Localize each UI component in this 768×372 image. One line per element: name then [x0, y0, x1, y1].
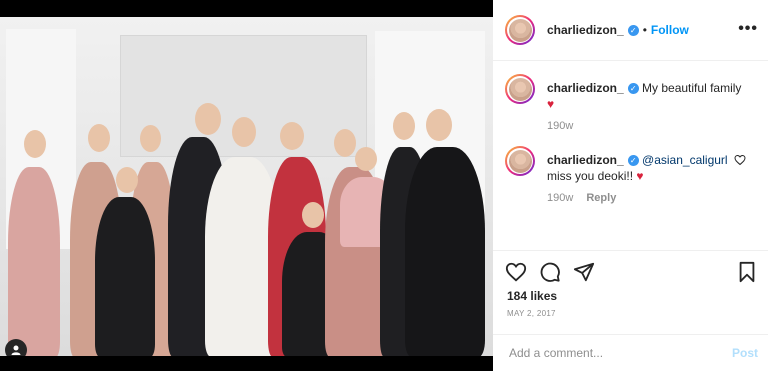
- verified-badge-icon: ✓: [627, 83, 639, 95]
- verified-badge-icon: ✓: [627, 155, 639, 167]
- comment-text: My beautiful family: [642, 81, 742, 95]
- figure-head: [116, 167, 138, 193]
- add-comment-bar: Post: [493, 334, 768, 372]
- follow-button[interactable]: Follow: [651, 23, 689, 37]
- reply-button[interactable]: Reply: [586, 192, 616, 204]
- post-date: MAY 2, 2017: [507, 309, 556, 318]
- more-options-icon[interactable]: •••: [738, 20, 758, 38]
- comment-mention-link[interactable]: @asian_caligurl: [642, 153, 728, 167]
- save-bookmark-icon[interactable]: [736, 261, 758, 283]
- figure-head: [24, 130, 46, 158]
- figure-boy-1: [95, 197, 155, 356]
- avatar[interactable]: [505, 146, 535, 176]
- person-icon: [11, 345, 21, 355]
- comment-username[interactable]: charliedizon_: [547, 81, 624, 95]
- figure-head: [302, 202, 324, 228]
- comment-bubble-icon[interactable]: [539, 261, 561, 283]
- post-header: charliedizon_ ✓ • Follow •••: [493, 0, 768, 61]
- figure-head: [393, 112, 415, 140]
- post-side-panel: charliedizon_ ✓ • Follow ••• charliedizo…: [493, 0, 768, 371]
- comment-like-heart-icon[interactable]: [734, 154, 746, 166]
- comment-text: miss you deoki!!: [547, 169, 634, 183]
- figure-head: [355, 147, 377, 171]
- likes-count[interactable]: 184 likes: [507, 289, 557, 303]
- avatar[interactable]: [505, 15, 535, 45]
- header-username[interactable]: charliedizon_: [547, 23, 624, 37]
- figure-head: [280, 122, 304, 150]
- comment-input[interactable]: [507, 345, 711, 361]
- avatar[interactable]: [505, 74, 535, 104]
- user-tags-button[interactable]: [5, 339, 27, 356]
- comment-body: charliedizon_ ✓ @asian_caligurl miss you …: [547, 152, 747, 184]
- like-heart-icon[interactable]: [505, 261, 527, 283]
- verified-badge-icon: ✓: [627, 24, 639, 36]
- figure-head: [88, 124, 110, 152]
- action-bar: 184 likes MAY 2, 2017: [493, 250, 768, 341]
- comment-time: 190w: [547, 192, 574, 204]
- post-comment-button[interactable]: Post: [732, 346, 758, 360]
- comment: charliedizon_ ✓ @asian_caligurl miss you …: [505, 146, 760, 206]
- figure-head: [334, 129, 356, 157]
- heart-emoji-icon: ♥: [547, 97, 555, 111]
- figure-head: [232, 117, 256, 147]
- figure-head: [140, 125, 161, 152]
- post-photo-area: [0, 0, 493, 371]
- heart-emoji-icon: ♥: [636, 169, 644, 183]
- caption-body: charliedizon_ ✓ My beautiful family ♥: [547, 80, 747, 112]
- comment-meta: 190w Reply: [547, 192, 616, 204]
- separator-dot: •: [642, 23, 647, 37]
- share-paper-plane-icon[interactable]: [573, 261, 595, 283]
- comment-username[interactable]: charliedizon_: [547, 153, 624, 167]
- comment-time: 190w: [547, 120, 574, 132]
- figure-young-man: [405, 147, 485, 356]
- figure-bridesmaid-1: [8, 167, 60, 356]
- figure-head: [195, 103, 221, 135]
- caption: charliedizon_ ✓ My beautiful family ♥ 190…: [505, 74, 760, 134]
- figure-head: [426, 109, 452, 141]
- post-image[interactable]: [0, 17, 493, 356]
